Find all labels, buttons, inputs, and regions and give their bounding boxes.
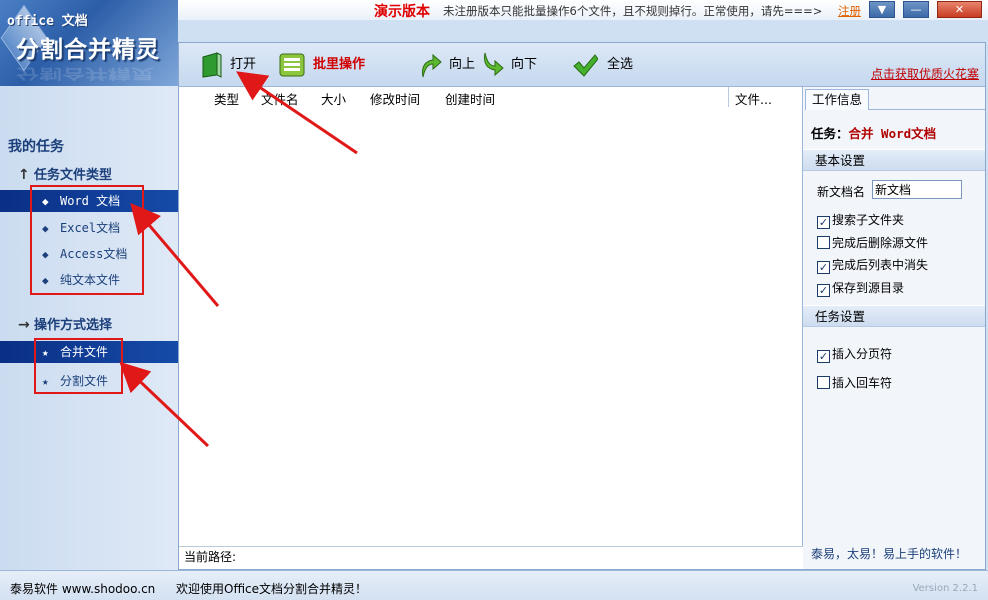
annotation-box-file-types bbox=[30, 185, 144, 295]
task-settings-header: 任务设置 bbox=[803, 305, 985, 327]
tab-underline bbox=[869, 109, 985, 110]
new-doc-name-label: 新文档名 bbox=[817, 185, 866, 199]
tab-work-info[interactable]: 工作信息 bbox=[805, 89, 869, 110]
checkbox-icon: ✓ bbox=[817, 261, 830, 274]
window-menu-button[interactable]: ▼ bbox=[869, 1, 895, 18]
toolbar: 打开 批里操作 向上 向下 全选 点击获取优质火花塞 bbox=[179, 43, 985, 87]
minimize-button[interactable]: — bbox=[903, 1, 929, 18]
current-path-bar: 当前路径: bbox=[179, 546, 803, 569]
checkbox-icon: ✓ bbox=[817, 284, 830, 297]
task-value: 合并 Word文档 bbox=[848, 126, 937, 141]
annotation-box-operations bbox=[34, 338, 123, 394]
register-link[interactable]: 注册 bbox=[838, 3, 861, 19]
minimize-icon: — bbox=[910, 3, 922, 16]
move-down-button[interactable]: 向下 bbox=[479, 51, 539, 79]
checkmark-icon bbox=[573, 54, 598, 77]
open-book-icon bbox=[202, 52, 222, 78]
column-headers: 类型 文件名 大小 修改时间 创建时间 文件... bbox=[179, 87, 802, 107]
column-modified[interactable]: 修改时间 bbox=[370, 89, 420, 108]
insert-page-break-checkbox[interactable]: ✓ 插入分页符 bbox=[817, 345, 892, 363]
task-info: 任务：合并 Word文档 bbox=[811, 126, 937, 141]
new-doc-name-input[interactable] bbox=[872, 180, 962, 199]
close-button[interactable]: ✕ bbox=[937, 1, 982, 18]
status-bar: 泰易软件 www.shodoo.cn 欢迎使用Office文档分割合并精灵！ V… bbox=[0, 570, 988, 600]
basic-settings-header: 基本设置 bbox=[803, 149, 985, 171]
company-website: 泰易软件 www.shodoo.cn bbox=[10, 582, 156, 596]
arrow-up-icon: ↑ bbox=[18, 167, 30, 183]
arrow-right-icon: → bbox=[18, 317, 30, 333]
unregistered-notice: 未注册版本只能批量操作6个文件，且不规则掉行。正常使用，请先===> bbox=[443, 4, 823, 18]
delete-source-checkbox[interactable]: 完成后删除源文件 bbox=[817, 234, 928, 251]
insert-newline-checkbox[interactable]: 插入回车符 bbox=[817, 374, 892, 391]
batch-icon bbox=[279, 53, 305, 77]
column-type[interactable]: 类型 bbox=[214, 89, 239, 108]
demo-version-label: 演示版本 bbox=[374, 4, 430, 20]
checkbox-icon: ✓ bbox=[817, 216, 830, 229]
sidebar: 我的任务 ↑ 任务文件类型 ◆ Word 文档 ◆ Excel文档 ◆ Access文档… bbox=[0, 86, 178, 570]
column-file-path[interactable]: 文件... bbox=[735, 89, 772, 108]
checkbox-icon bbox=[817, 236, 830, 249]
file-types-heading: ↑ 任务文件类型 bbox=[18, 167, 113, 183]
logo-subtitle: office 文档 bbox=[7, 14, 88, 29]
batch-operation-button[interactable]: 批里操作 bbox=[279, 51, 375, 79]
column-created[interactable]: 创建时间 bbox=[445, 89, 495, 108]
column-separator[interactable] bbox=[728, 87, 729, 107]
slogan: 泰易，太易！易上手的软件！ bbox=[811, 547, 968, 561]
column-filename[interactable]: 文件名 bbox=[261, 89, 299, 108]
search-subfolders-checkbox[interactable]: ✓ 搜索子文件夹 bbox=[817, 211, 904, 229]
chevron-down-icon: ▼ bbox=[877, 3, 887, 16]
version-label: Version 2.2.1 bbox=[912, 583, 978, 594]
my-tasks-heading: 我的任务 bbox=[8, 139, 64, 155]
select-all-button[interactable]: 全选 bbox=[572, 51, 634, 79]
logo-title: 分割合并精灵 bbox=[16, 37, 160, 63]
operation-heading: → 操作方式选择 bbox=[18, 317, 113, 333]
promo-link[interactable]: 点击获取优质火花塞 bbox=[871, 65, 979, 82]
move-up-button[interactable]: 向上 bbox=[417, 51, 477, 79]
arrow-down-icon bbox=[484, 52, 504, 77]
main-area: 打开 批里操作 向上 向下 全选 点击获取优质火花塞 类型 文件名 大小 修改时… bbox=[178, 42, 986, 570]
app-logo: office 文档 分割合并精灵 分割合并精灵 bbox=[0, 0, 178, 86]
file-list[interactable]: 类型 文件名 大小 修改时间 创建时间 文件... bbox=[179, 87, 803, 546]
arrow-up-icon bbox=[422, 53, 442, 78]
save-to-source-checkbox[interactable]: ✓ 保存到源目录 bbox=[817, 279, 904, 297]
close-icon: ✕ bbox=[954, 3, 965, 16]
work-info-panel: 工作信息 任务：合并 Word文档 基本设置 新文档名 ✓搜索子文件夹 完成后删… bbox=[803, 87, 985, 569]
column-size[interactable]: 大小 bbox=[321, 89, 346, 108]
welcome-message: 欢迎使用Office文档分割合并精灵！ bbox=[176, 582, 368, 596]
logo-reflection: 分割合并精灵 bbox=[16, 65, 154, 81]
checkbox-icon: ✓ bbox=[817, 350, 830, 363]
remove-from-list-checkbox[interactable]: ✓ 完成后列表中消失 bbox=[817, 256, 928, 274]
open-button[interactable]: 打开 bbox=[199, 51, 259, 79]
checkbox-icon bbox=[817, 376, 830, 389]
